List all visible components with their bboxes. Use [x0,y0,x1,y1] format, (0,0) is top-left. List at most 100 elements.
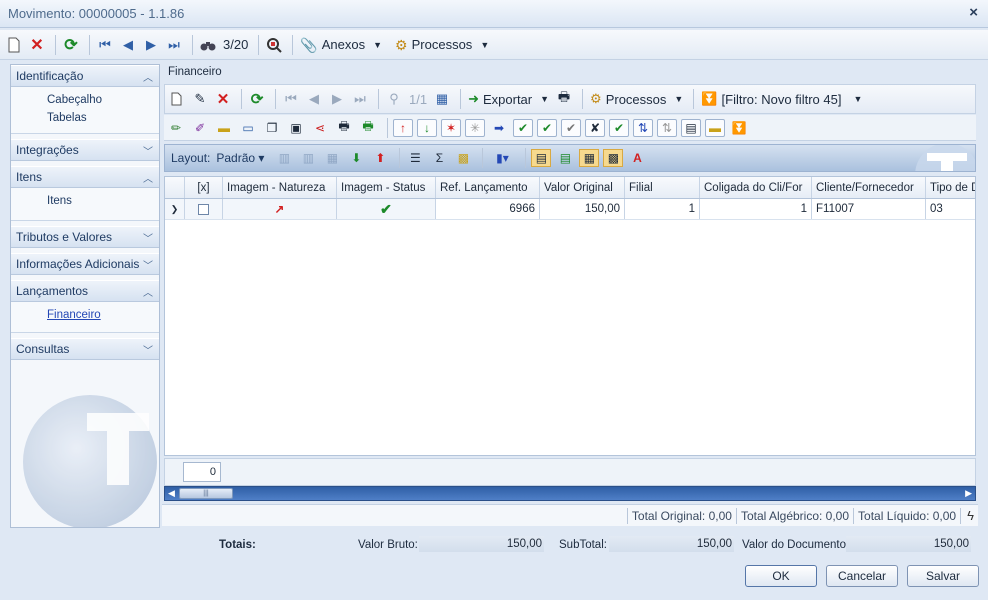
group-tributos[interactable]: Tributos e Valores ﹀ [11,226,159,248]
view-list-green-icon[interactable]: ▤ [555,149,575,167]
scroll-right-icon[interactable]: ▶ [965,488,972,499]
group-identificacao[interactable]: Identificação ︿ [11,65,159,87]
column-header-filial[interactable]: Filial [625,177,700,198]
arrow-right-blue-icon[interactable]: ➡ [489,119,509,137]
arrow-up-red-icon[interactable]: ↑ [393,118,413,137]
edit-icon[interactable]: ✎ [190,88,210,110]
layout-columns-icon[interactable]: ▥ [298,149,318,167]
sidebar-item-tabelas[interactable]: Tabelas [47,109,159,127]
horizontal-scrollbar[interactable]: ◀ ||| ▶ [164,486,976,501]
asterisk-icon[interactable]: ✳ [465,118,485,137]
font-icon[interactable]: A [627,149,647,167]
ok-button[interactable]: OK [745,565,817,587]
group-lancamentos[interactable]: Lançamentos ︿ [11,280,159,302]
check-gray-icon[interactable]: ✔ [561,118,581,137]
processos-button[interactable]: ⚙ Processos ▼ [588,88,685,110]
filter-button[interactable]: ⏬ [Filtro: Novo filtro 45] ▼ [699,88,864,110]
column-header-imagem-natureza[interactable]: Imagem - Natureza [223,177,337,198]
barcode-icon[interactable]: ▭ [238,119,258,137]
processos-button[interactable]: ⚙ Processos ▼ [393,34,491,56]
next-record-icon[interactable]: ▶ [327,88,347,110]
delete-icon[interactable]: ✕ [213,88,233,110]
arrow-down-green-icon[interactable]: ↓ [417,118,437,137]
export-button[interactable]: ➜ Exportar ▼ [466,88,551,110]
previous-record-icon[interactable]: ◀ [304,88,324,110]
group-by-icon[interactable]: ☰ [405,149,425,167]
group-informacoes-adicionais[interactable]: Informações Adicionais ﹀ [11,253,159,275]
refresh-icon[interactable]: ⟳ [61,34,81,56]
table-row[interactable]: ❯ ↗ ✔ 6966 150,00 1 1 F11007 03 [165,199,975,220]
first-record-icon[interactable]: ⏮ [95,34,115,56]
arrows-updown-icon[interactable]: ⇅ [633,118,653,137]
filter-icon[interactable]: ⏬ [729,119,749,137]
lightning-icon[interactable]: ϟ [967,508,974,523]
zoom-icon[interactable] [264,34,284,56]
sidebar-item-itens[interactable]: Itens [47,192,159,210]
calendar-icon[interactable]: ▦ [432,88,452,110]
layout-save-icon[interactable]: ▥ [274,149,294,167]
column-header-cliente-fornecedor[interactable]: Cliente/Fornecedor [812,177,926,198]
sidebar-item-financeiro[interactable]: Financeiro [47,306,159,324]
sidebar-item-cabecalho[interactable]: Cabeçalho [47,91,159,109]
close-icon[interactable]: × [969,4,978,21]
cross-red-icon[interactable]: ✶ [441,118,461,137]
save-button[interactable]: Salvar [907,565,979,587]
new-document-icon[interactable] [167,88,187,110]
card-icon[interactable]: ▬ [214,119,234,137]
cross-black-icon[interactable]: ✘ [585,118,605,137]
group-integracoes[interactable]: Integrações ﹀ [11,139,159,161]
document-copy-icon[interactable]: ❐ [262,119,282,137]
binoculars-icon[interactable] [198,34,218,56]
last-record-icon[interactable]: ⏭ [350,88,370,110]
refresh-icon[interactable]: ⟳ [247,88,267,110]
print-icon[interactable]: 🖶 [334,119,354,137]
note-icon[interactable]: ▤ [681,118,701,137]
highlight-icon[interactable]: ▩ [453,149,473,167]
column-header-select[interactable]: [x] [185,177,223,198]
new-document-icon[interactable] [4,34,24,56]
column-header-tipo[interactable]: Tipo de D [926,177,975,198]
cell-tipo[interactable]: 03 [926,199,975,219]
check-money-icon[interactable]: ✔ [609,118,629,137]
cell-cliente-fornecedor[interactable]: F11007 [812,199,926,219]
cancel-button[interactable]: Cancelar [826,565,898,587]
cell-filial[interactable]: 1 [625,199,700,219]
cell-coligada[interactable]: 1 [700,199,812,219]
column-header-valor-original[interactable]: Valor Original [540,177,625,198]
layout-select[interactable]: Padrão ▾ [216,151,264,165]
pencil-icon[interactable]: ✏ [166,119,186,137]
arrows-updown-gray-icon[interactable]: ⇅ [657,118,677,137]
anexos-button[interactable]: 📎 Anexos ▼ [298,34,384,56]
previous-record-icon[interactable]: ◀ [118,34,138,56]
cell-ref-lancamento[interactable]: 6966 [436,199,540,219]
layout-download-icon[interactable]: ⬇ [346,149,366,167]
row-checkbox[interactable] [185,199,223,219]
check-green-icon[interactable]: ✔ [513,118,533,137]
cell-valor-original[interactable]: 150,00 [540,199,625,219]
binoculars-icon[interactable]: ⚲ [384,88,404,110]
last-record-icon[interactable]: ⏭ [164,34,184,56]
next-record-icon[interactable]: ▶ [141,34,161,56]
view-card-icon[interactable]: ▩ [603,149,624,167]
share-icon[interactable]: ⋖ [310,119,330,137]
view-table-icon[interactable]: ▦ [579,149,600,167]
print-icon[interactable]: 🖶 [554,88,574,110]
column-header-imagem-status[interactable]: Imagem - Status [337,177,436,198]
layout-grid-icon[interactable]: ▦ [322,149,342,167]
print-green-icon[interactable]: 🖶 [358,119,378,137]
column-header-coligada[interactable]: Coligada do Cli/For [700,177,812,198]
column-header-ref-lancamento[interactable]: Ref. Lançamento [436,177,540,198]
first-record-icon[interactable]: ⏮ [281,88,301,110]
delete-icon[interactable]: ✕ [27,34,47,56]
pencil-edit-icon[interactable]: ✐ [190,119,210,137]
group-itens[interactable]: Itens ︿ [11,166,159,188]
group-consultas[interactable]: Consultas ﹀ [11,338,159,360]
check-green-alt-icon[interactable]: ✔ [537,118,557,137]
layout-upload-icon[interactable]: ⬆ [370,149,390,167]
view-list-icon[interactable]: ▤ [531,149,552,167]
scroll-thumb[interactable]: ||| [179,488,233,499]
scroll-left-icon[interactable]: ◀ [168,488,175,499]
chart-icon[interactable]: ▮▾ [488,149,516,167]
note-yellow-icon[interactable]: ▬ [705,118,725,137]
sum-icon[interactable]: Σ [429,149,449,167]
